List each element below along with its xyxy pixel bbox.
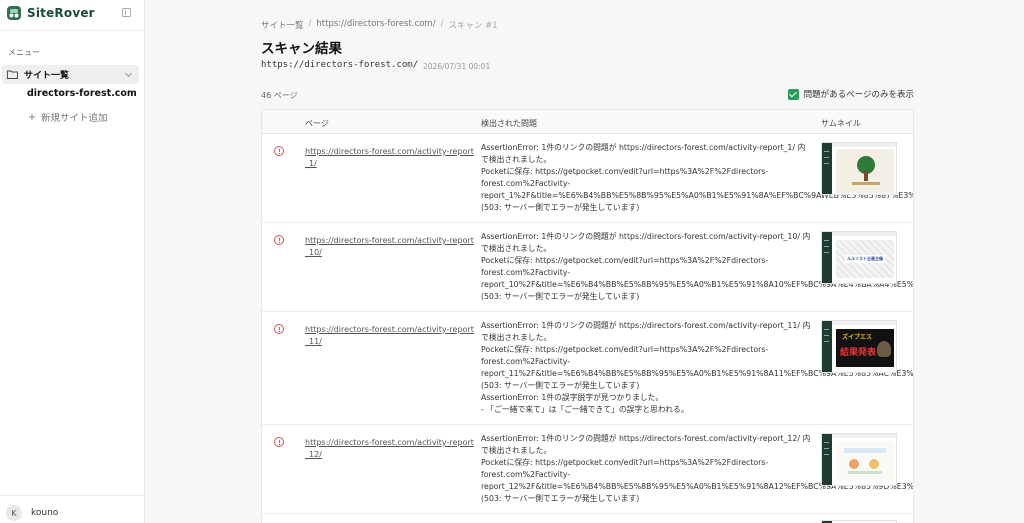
menu-label: メニュー — [8, 48, 40, 57]
issues-only-filter[interactable]: 問題があるページのみを表示 — [787, 88, 914, 100]
error-icon — [274, 235, 284, 245]
page-thumbnail[interactable]: ズイブエス 結果発表 — [821, 320, 897, 373]
page-link[interactable]: https://directors-forest.com/activity-re… — [305, 146, 475, 170]
page-thumbnail[interactable]: ルルリスト企画主催 — [821, 231, 897, 284]
column-header-issues: 検出された問題 — [481, 119, 537, 128]
thumbnail-topbar — [832, 232, 896, 236]
add-site-label: 新規サイト追加 — [40, 113, 108, 124]
breadcrumb-separator: / — [308, 19, 312, 29]
sidebar-bottom-divider — [0, 495, 145, 496]
column-header-thumbnail: サムネイル — [821, 119, 861, 128]
issues-only-checkbox[interactable] — [787, 88, 799, 100]
table-row[interactable] — [262, 514, 913, 523]
breadcrumb-sites[interactable]: サイト一覧 — [261, 19, 304, 31]
table-row[interactable]: https://directors-forest.com/activity-re… — [262, 312, 913, 425]
issues-only-label: 問題があるページのみを表示 — [803, 90, 914, 100]
page-count: 46 ページ — [261, 91, 298, 100]
url-divider — [410, 59, 411, 71]
breadcrumb-site[interactable]: https://directors-forest.com/ — [316, 19, 435, 31]
thumbnail-caption: ルルリスト企画主催 — [845, 255, 885, 263]
thumbnail-banner: ルルリスト企画主催 — [836, 240, 894, 278]
thumbnail-sidebar — [822, 143, 832, 194]
issue-line: AssertionError: 1件の誤字脱字が見つかりました。 — [481, 393, 664, 402]
table-row[interactable]: https://directors-forest.com/activity-re… — [262, 425, 913, 514]
sidebar-site-entry[interactable]: directors-forest.com — [27, 88, 137, 99]
issue-line: (503: サーバー側でエラーが発生しています) — [481, 494, 640, 503]
results-table: ページ 検出された問題 サムネイル https://directors-fore… — [261, 109, 914, 523]
thumbnail-sidebar — [822, 321, 832, 372]
add-site-button[interactable]: + 新規サイト追加 — [28, 110, 108, 125]
username: kouno — [31, 508, 59, 518]
thumbnail-topbar — [832, 143, 896, 147]
chevron-down-icon[interactable] — [124, 69, 133, 78]
sidebar-divider — [0, 30, 145, 31]
thumbnail-topbar — [832, 434, 896, 438]
thumbnail-label: ズイブエス — [842, 334, 873, 341]
scan-datetime: 2026/07/31 00:01 — [423, 62, 491, 71]
sidebar: SiteRover メニュー サイト一覧 directors-forest.co… — [0, 0, 145, 523]
error-icon — [274, 146, 284, 156]
siterover-logo-icon — [7, 6, 21, 20]
issue-line: (503: サーバー側でエラーが発生しています) — [481, 292, 640, 301]
breadcrumb-current: スキャン #1 — [448, 21, 498, 31]
thumbnail-sidebar — [822, 434, 832, 485]
user-menu[interactable]: K kouno — [6, 505, 58, 521]
folder-icon — [7, 70, 18, 79]
sidebar-collapse-icon[interactable] — [122, 8, 131, 17]
table-row[interactable]: https://directors-forest.com/activity-re… — [262, 134, 913, 223]
table-row[interactable]: https://directors-forest.com/activity-re… — [262, 223, 913, 312]
thumbnail-topbar — [832, 321, 896, 325]
thumbnail-caption: 結果発表 — [840, 348, 877, 358]
thumbnail-sidebar — [822, 232, 832, 283]
issue-line: (503: サーバー側でエラーが発生しています) — [481, 381, 640, 390]
page-link[interactable]: https://directors-forest.com/activity-re… — [305, 324, 475, 348]
page-title: スキャン結果 — [261, 41, 342, 57]
page-link[interactable]: https://directors-forest.com/activity-re… — [305, 235, 475, 259]
error-icon — [274, 324, 284, 334]
table-header: ページ 検出された問題 サムネイル — [262, 110, 913, 134]
issue-line: (503: サーバー側でエラーが発生しています) — [481, 203, 640, 212]
eagle-icon — [877, 341, 891, 357]
thumbnail-illustration-icon — [836, 149, 894, 193]
sidebar-item-sites[interactable]: サイト一覧 — [2, 65, 139, 84]
sidebar-item-label: サイト一覧 — [24, 71, 70, 81]
page-thumbnail[interactable] — [821, 142, 897, 195]
plus-icon: + — [28, 111, 36, 123]
page-link[interactable]: https://directors-forest.com/activity-re… — [305, 437, 475, 461]
avatar: K — [6, 505, 22, 521]
breadcrumb-separator: / — [440, 19, 444, 29]
thumbnail-banner: ズイブエス 結果発表 — [836, 329, 894, 367]
issue-line: - 「ご一緒で来て」は「ご一緒できて」の誤字と思われる。 — [481, 405, 689, 414]
brand-name: SiteRover — [27, 6, 95, 20]
column-header-page: ページ — [305, 119, 329, 128]
page-thumbnail[interactable] — [821, 433, 897, 486]
brand[interactable]: SiteRover — [6, 4, 95, 22]
error-icon — [274, 437, 284, 447]
thumbnail-illustration-icon — [836, 442, 894, 480]
scanned-url: https://directors-forest.com/ — [261, 60, 419, 70]
breadcrumb: サイト一覧 / https://directors-forest.com/ / … — [261, 19, 498, 31]
